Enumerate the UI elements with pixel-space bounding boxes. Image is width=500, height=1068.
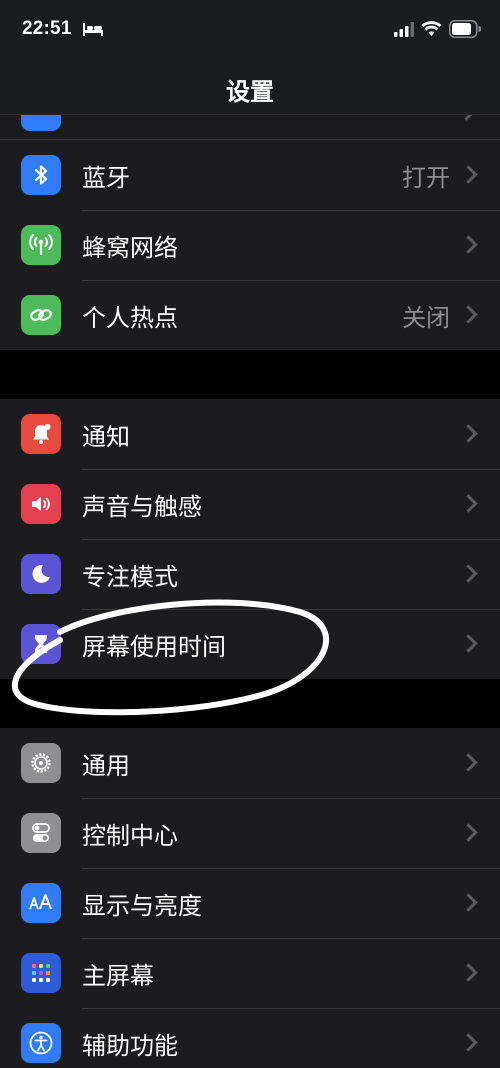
settings-row-label: 通知: [82, 423, 130, 451]
hotspot-icon: [21, 295, 61, 335]
settings-row-focus[interactable]: 专注模式: [0, 539, 500, 609]
chevron-right-icon: [459, 424, 478, 443]
app-grid-icon: [21, 953, 61, 993]
chevron-right-icon: [459, 494, 478, 513]
settings-row-label: 蜂窝网络: [82, 234, 178, 262]
text-size-icon: [21, 883, 61, 923]
settings-row-label: 声音与触感: [82, 493, 202, 521]
bell-icon: [21, 414, 61, 454]
settings-row-label: 辅助功能: [82, 1032, 178, 1060]
list-item-partial[interactable]: [0, 115, 500, 140]
settings-row-label: 通用: [82, 752, 130, 780]
settings-row-notifications[interactable]: 通知: [0, 399, 500, 469]
settings-row-label: 蓝牙: [82, 164, 130, 192]
chevron-right-icon: [459, 753, 478, 772]
chevron-right-icon: [459, 235, 478, 254]
antenna-icon: [21, 225, 61, 265]
chevron-right-icon: [457, 115, 476, 121]
settings-row-screen-time[interactable]: 屏幕使用时间: [0, 609, 500, 679]
battery-icon: [449, 20, 481, 38]
settings-row-home-screen[interactable]: 主屏幕: [0, 938, 500, 1008]
wifi-setting-icon: [21, 115, 61, 131]
settings-row-value: 关闭: [402, 304, 450, 332]
accessibility-icon: [21, 1023, 61, 1063]
status-time: 22:51: [22, 18, 72, 39]
cellular-signal-icon: [394, 22, 414, 37]
chevron-right-icon: [459, 634, 478, 653]
settings-row-label: 专注模式: [82, 563, 178, 591]
settings-row-control-center[interactable]: 控制中心: [0, 798, 500, 868]
chevron-right-icon: [459, 823, 478, 842]
settings-row-general[interactable]: 通用: [0, 728, 500, 798]
chevron-right-icon: [459, 165, 478, 184]
hourglass-icon: [21, 624, 61, 664]
navigation-bar: 设置: [0, 62, 500, 115]
gear-icon: [21, 743, 61, 783]
bluetooth-icon: [21, 155, 61, 195]
settings-row-label: 个人热点: [82, 304, 178, 332]
chevron-right-icon: [459, 1033, 478, 1052]
settings-group-attention: 通知 声音与触感 专注模式 屏幕使用时间: [0, 399, 500, 679]
settings-row-label: 主屏幕: [82, 962, 154, 990]
wifi-icon: [421, 21, 442, 36]
chevron-right-icon: [459, 305, 478, 324]
status-bar: 22:51: [0, 0, 500, 62]
settings-row-bluetooth[interactable]: 蓝牙 打开: [0, 140, 500, 210]
settings-group-general: 通用 控制中心 显示与亮度 主屏幕 辅助功能: [0, 728, 500, 1068]
page-title: 设置: [226, 78, 274, 106]
bed-icon: [83, 23, 103, 36]
moon-icon: [21, 554, 61, 594]
chevron-right-icon: [459, 564, 478, 583]
settings-row-cellular[interactable]: 蜂窝网络: [0, 210, 500, 280]
settings-row-value: 打开: [402, 164, 450, 192]
settings-row-hotspot[interactable]: 个人热点 关闭: [0, 280, 500, 350]
settings-row-label: 屏幕使用时间: [82, 633, 226, 661]
chevron-right-icon: [459, 893, 478, 912]
speaker-icon: [21, 484, 61, 524]
toggles-icon: [21, 813, 61, 853]
settings-row-label: 显示与亮度: [82, 892, 202, 920]
settings-group-connectivity: 蓝牙 打开 蜂窝网络 个人热点 关闭: [0, 140, 500, 350]
settings-row-display[interactable]: 显示与亮度: [0, 868, 500, 938]
settings-row-label: 控制中心: [82, 822, 178, 850]
settings-row-accessibility[interactable]: 辅助功能: [0, 1008, 500, 1068]
chevron-right-icon: [459, 963, 478, 982]
settings-row-sounds[interactable]: 声音与触感: [0, 469, 500, 539]
